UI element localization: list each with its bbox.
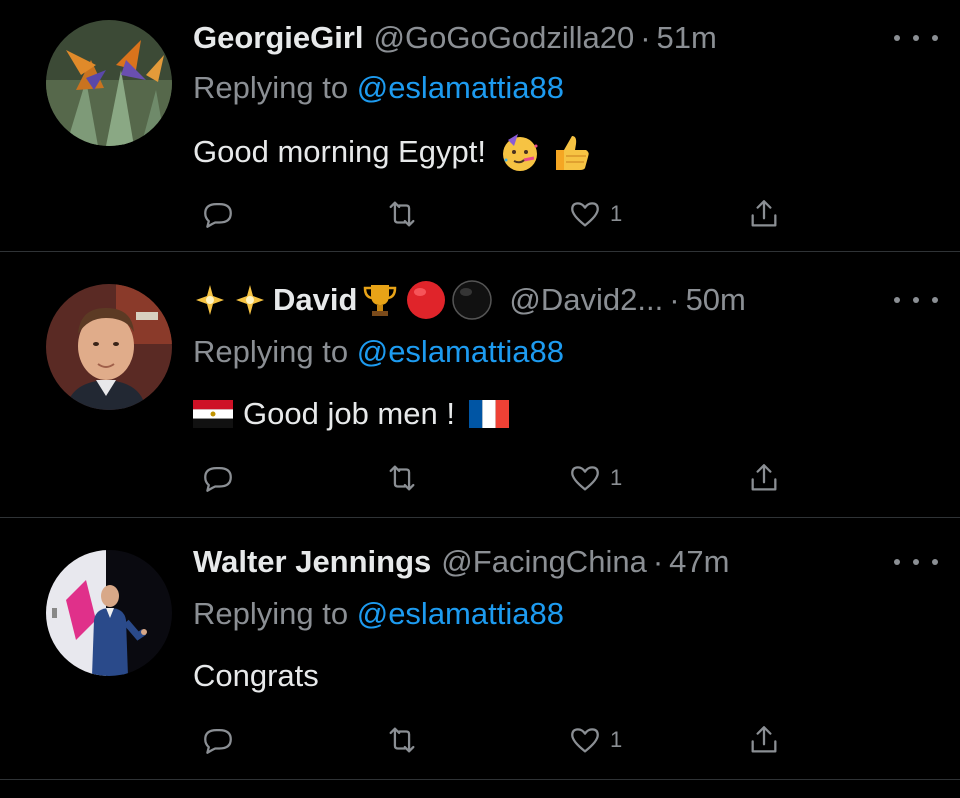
tweet-text: Congrats — [193, 654, 319, 698]
mention-link[interactable]: @eslamattia88 — [357, 596, 564, 631]
tweet-actions: 1 — [193, 192, 813, 236]
separator: · — [669, 282, 680, 317]
share-icon — [751, 464, 777, 491]
share-button[interactable] — [747, 192, 781, 236]
display-name[interactable]: GeorgieGirl — [193, 20, 364, 56]
like-count: 1 — [610, 465, 623, 490]
tweet-actions: 1 — [193, 456, 813, 500]
more-icon[interactable] — [894, 552, 938, 572]
more-icon[interactable] — [894, 290, 938, 310]
retweet-button[interactable] — [385, 456, 419, 500]
separator: · — [652, 544, 664, 579]
avatar[interactable] — [46, 20, 172, 146]
like-icon — [571, 728, 599, 753]
handle[interactable]: @FacingChina — [441, 544, 647, 580]
replying-to: Replying to @eslamattia88 — [193, 70, 564, 106]
retweet-button[interactable] — [385, 192, 419, 236]
tweet[interactable]: David @David2... · 50m Replying to @esla… — [0, 252, 960, 518]
avatar[interactable] — [46, 550, 172, 676]
tweet-body: Good morning Egypt! — [193, 134, 486, 169]
france-flag-emoji-icon — [468, 400, 509, 428]
replying-prefix: Replying to — [193, 596, 349, 631]
avatar[interactable] — [46, 284, 172, 410]
retweet-icon — [389, 201, 415, 227]
red-circle-emoji-icon — [407, 281, 446, 319]
like-icon — [571, 202, 599, 227]
more-icon[interactable] — [894, 28, 938, 48]
share-button[interactable] — [747, 718, 781, 762]
like-icon — [571, 466, 599, 491]
tweet-body: Good job men ! — [243, 396, 455, 431]
reply-icon — [204, 202, 232, 228]
handle[interactable]: @David2... — [509, 282, 663, 318]
share-button[interactable] — [747, 456, 781, 500]
trophy-emoji-icon — [364, 285, 397, 316]
sparkle-star-emoji-icon — [236, 285, 264, 315]
replying-prefix: Replying to — [193, 70, 349, 105]
share-icon — [751, 726, 777, 753]
reply-button[interactable] — [201, 456, 235, 500]
reply-button[interactable] — [201, 718, 235, 762]
retweet-icon — [389, 727, 415, 753]
tweet[interactable]: Walter Jennings @FacingChina · 47m Reply… — [0, 518, 960, 780]
tweet-header: Walter Jennings @FacingChina · 47m — [193, 540, 920, 584]
timestamp[interactable]: 51m — [657, 20, 717, 56]
replying-prefix: Replying to — [193, 334, 349, 369]
black-circle-emoji-icon — [452, 280, 493, 320]
egypt-flag-emoji-icon — [193, 400, 233, 428]
handle[interactable]: @GoGoGodzilla20 — [374, 20, 635, 56]
speaker-on-stage-avatar-image — [46, 550, 172, 676]
replying-to: Replying to @eslamattia88 — [193, 334, 564, 370]
like-count: 1 — [610, 201, 623, 226]
reply-icon — [204, 728, 232, 754]
sparkle-star-emoji-icon — [196, 285, 224, 315]
retweet-button[interactable] — [385, 718, 419, 762]
tweet-actions: 1 — [193, 718, 813, 762]
share-icon — [751, 200, 777, 227]
reply-button[interactable] — [201, 192, 235, 236]
timestamp[interactable]: 50m — [686, 282, 746, 318]
like-button[interactable]: 1 — [568, 718, 622, 762]
retweet-icon — [389, 465, 415, 491]
like-count: 1 — [610, 727, 623, 752]
replying-to: Replying to @eslamattia88 — [193, 596, 564, 632]
separator: · — [640, 20, 651, 55]
tweet-header: David @David2... · 50m — [193, 278, 920, 322]
like-button[interactable]: 1 — [568, 192, 622, 236]
reply-icon — [204, 466, 232, 492]
tweet-text: Good job men ! — [193, 392, 509, 436]
tweet-header: GeorgieGirl @GoGoGodzilla20 · 51m — [193, 16, 920, 60]
thumbs-up-emoji-icon — [555, 136, 589, 170]
display-name[interactable]: David — [273, 282, 357, 318]
partying-face-emoji-icon — [502, 134, 538, 171]
man-portrait-avatar-image — [46, 284, 172, 410]
like-button[interactable]: 1 — [568, 456, 622, 500]
bird-of-paradise-avatar-image — [46, 20, 172, 146]
display-name[interactable]: Walter Jennings — [193, 544, 431, 580]
tweet[interactable]: GeorgieGirl @GoGoGodzilla20 · 51m Replyi… — [0, 0, 960, 252]
tweet-body: Congrats — [193, 658, 319, 693]
mention-link[interactable]: @eslamattia88 — [357, 70, 564, 105]
tweet-text: Good morning Egypt! — [193, 130, 592, 174]
mention-link[interactable]: @eslamattia88 — [357, 334, 564, 369]
timestamp[interactable]: 47m — [669, 544, 729, 580]
